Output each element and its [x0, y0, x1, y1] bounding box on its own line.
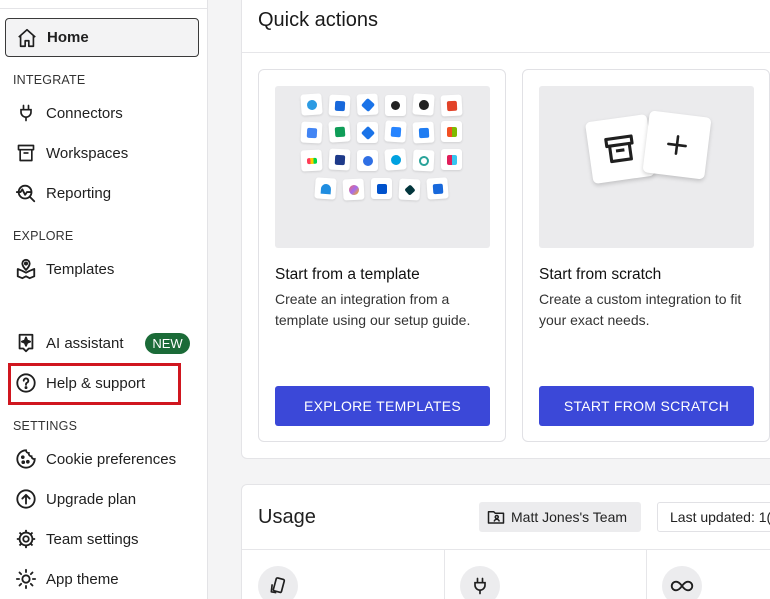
app-logo-icon	[356, 93, 379, 116]
app-logo-icon	[426, 177, 449, 200]
card-description: Create an integration from a template us…	[275, 291, 471, 328]
card-title: Start from a template	[275, 266, 420, 283]
app-logo-icon	[342, 178, 365, 201]
tasks-icon	[258, 566, 298, 599]
sidebar-top-divider	[0, 8, 207, 9]
app-logo-icon	[371, 178, 392, 199]
sidebar-item-cookie-preferences[interactable]: Cookie preferences	[14, 444, 176, 474]
column-divider	[646, 549, 647, 599]
plus-icon	[642, 110, 712, 180]
last-updated: Last updated: 1(	[657, 502, 770, 532]
column-divider	[444, 549, 445, 599]
sidebar-item-app-theme[interactable]: App theme	[14, 564, 119, 594]
start-from-scratch-button[interactable]: START FROM SCRATCH	[539, 386, 754, 426]
app-logo-icon	[440, 94, 463, 117]
app-logo-icon	[384, 120, 407, 143]
template-card: Start from a template Create an integrat…	[258, 69, 506, 442]
new-badge: NEW	[145, 333, 190, 354]
app-logo-icon	[357, 150, 378, 171]
app-logo-icon	[357, 122, 378, 143]
sidebar-item-label: Team settings	[46, 530, 139, 548]
cookie-icon	[14, 447, 38, 471]
app-logo-icon	[300, 121, 323, 144]
sidebar-item-label: Templates	[46, 260, 115, 278]
app-logo-icon	[398, 178, 421, 201]
app-logo-icon	[385, 95, 406, 116]
home-icon	[16, 27, 38, 49]
folder-user-icon	[487, 509, 505, 525]
sidebar: Home INTEGRATE Connectors Workspaces Rep…	[0, 0, 208, 599]
section-heading-integrate: INTEGRATE	[13, 73, 86, 87]
app-logos-illustration	[275, 86, 490, 248]
scratch-card: Start from scratch Create a custom integ…	[522, 69, 770, 442]
plug-icon	[460, 566, 500, 599]
search-activity-icon	[14, 181, 38, 205]
app-logo-icon	[328, 94, 351, 117]
sidebar-item-ai-assistant[interactable]: AI assistant	[14, 328, 124, 358]
scratch-illustration	[539, 86, 754, 248]
app-logo-icon	[412, 149, 435, 172]
sidebar-item-reporting[interactable]: Reporting	[14, 178, 111, 208]
sidebar-item-label: Upgrade plan	[46, 490, 137, 508]
divider	[242, 52, 770, 53]
app-logo-icon	[412, 121, 435, 144]
plug-icon	[14, 101, 38, 125]
sun-icon	[14, 567, 38, 591]
sparkle-icon	[14, 331, 38, 355]
sidebar-item-label: Cookie preferences	[46, 450, 177, 468]
app-logo-icon	[300, 93, 323, 116]
highlight-box	[8, 363, 181, 405]
app-logo-icon	[314, 177, 337, 200]
app-logo-icon	[328, 148, 351, 171]
sidebar-item-home[interactable]: Home	[5, 18, 199, 57]
app-logo-icon	[300, 149, 323, 172]
divider	[242, 549, 770, 550]
quick-actions-panel: Quick actions Start from a template Crea…	[241, 0, 770, 459]
arrow-up-circle-icon	[14, 487, 38, 511]
app-logo-icon	[412, 93, 435, 116]
sidebar-item-label: Home	[47, 29, 89, 46]
infinity-icon	[662, 566, 702, 599]
sidebar-item-upgrade-plan[interactable]: Upgrade plan	[14, 484, 136, 514]
usage-panel: Usage Matt Jones's Team Last updated: 1(	[241, 484, 770, 599]
sidebar-item-templates[interactable]: Templates	[14, 254, 114, 284]
gear-icon	[14, 527, 38, 551]
sidebar-item-label: AI assistant	[46, 334, 124, 352]
map-pin-icon	[14, 257, 38, 281]
team-selector[interactable]: Matt Jones's Team	[479, 502, 641, 532]
explore-templates-button[interactable]: EXPLORE TEMPLATES	[275, 386, 490, 426]
app-logo-icon	[441, 149, 462, 170]
sidebar-item-workspaces[interactable]: Workspaces	[14, 138, 128, 168]
section-heading-explore: EXPLORE	[13, 229, 74, 243]
app-logo-icon	[384, 148, 407, 171]
sidebar-item-team-settings[interactable]: Team settings	[14, 524, 139, 554]
usage-title: Usage	[258, 506, 316, 528]
quick-actions-title: Quick actions	[258, 9, 379, 31]
sidebar-item-label: App theme	[46, 570, 119, 588]
card-title: Start from scratch	[539, 266, 662, 283]
team-name: Matt Jones's Team	[511, 509, 628, 525]
app-logo-icon	[441, 121, 462, 142]
sidebar-item-label: Reporting	[46, 184, 112, 202]
sidebar-item-label: Connectors	[46, 104, 123, 122]
app-logo-icon	[328, 120, 351, 143]
sidebar-item-connectors[interactable]: Connectors	[14, 98, 123, 128]
archive-box-icon	[14, 141, 38, 165]
card-description: Create a custom integration to fit your …	[539, 291, 742, 328]
section-heading-settings: SETTINGS	[13, 419, 78, 433]
sidebar-item-label: Workspaces	[46, 144, 129, 162]
